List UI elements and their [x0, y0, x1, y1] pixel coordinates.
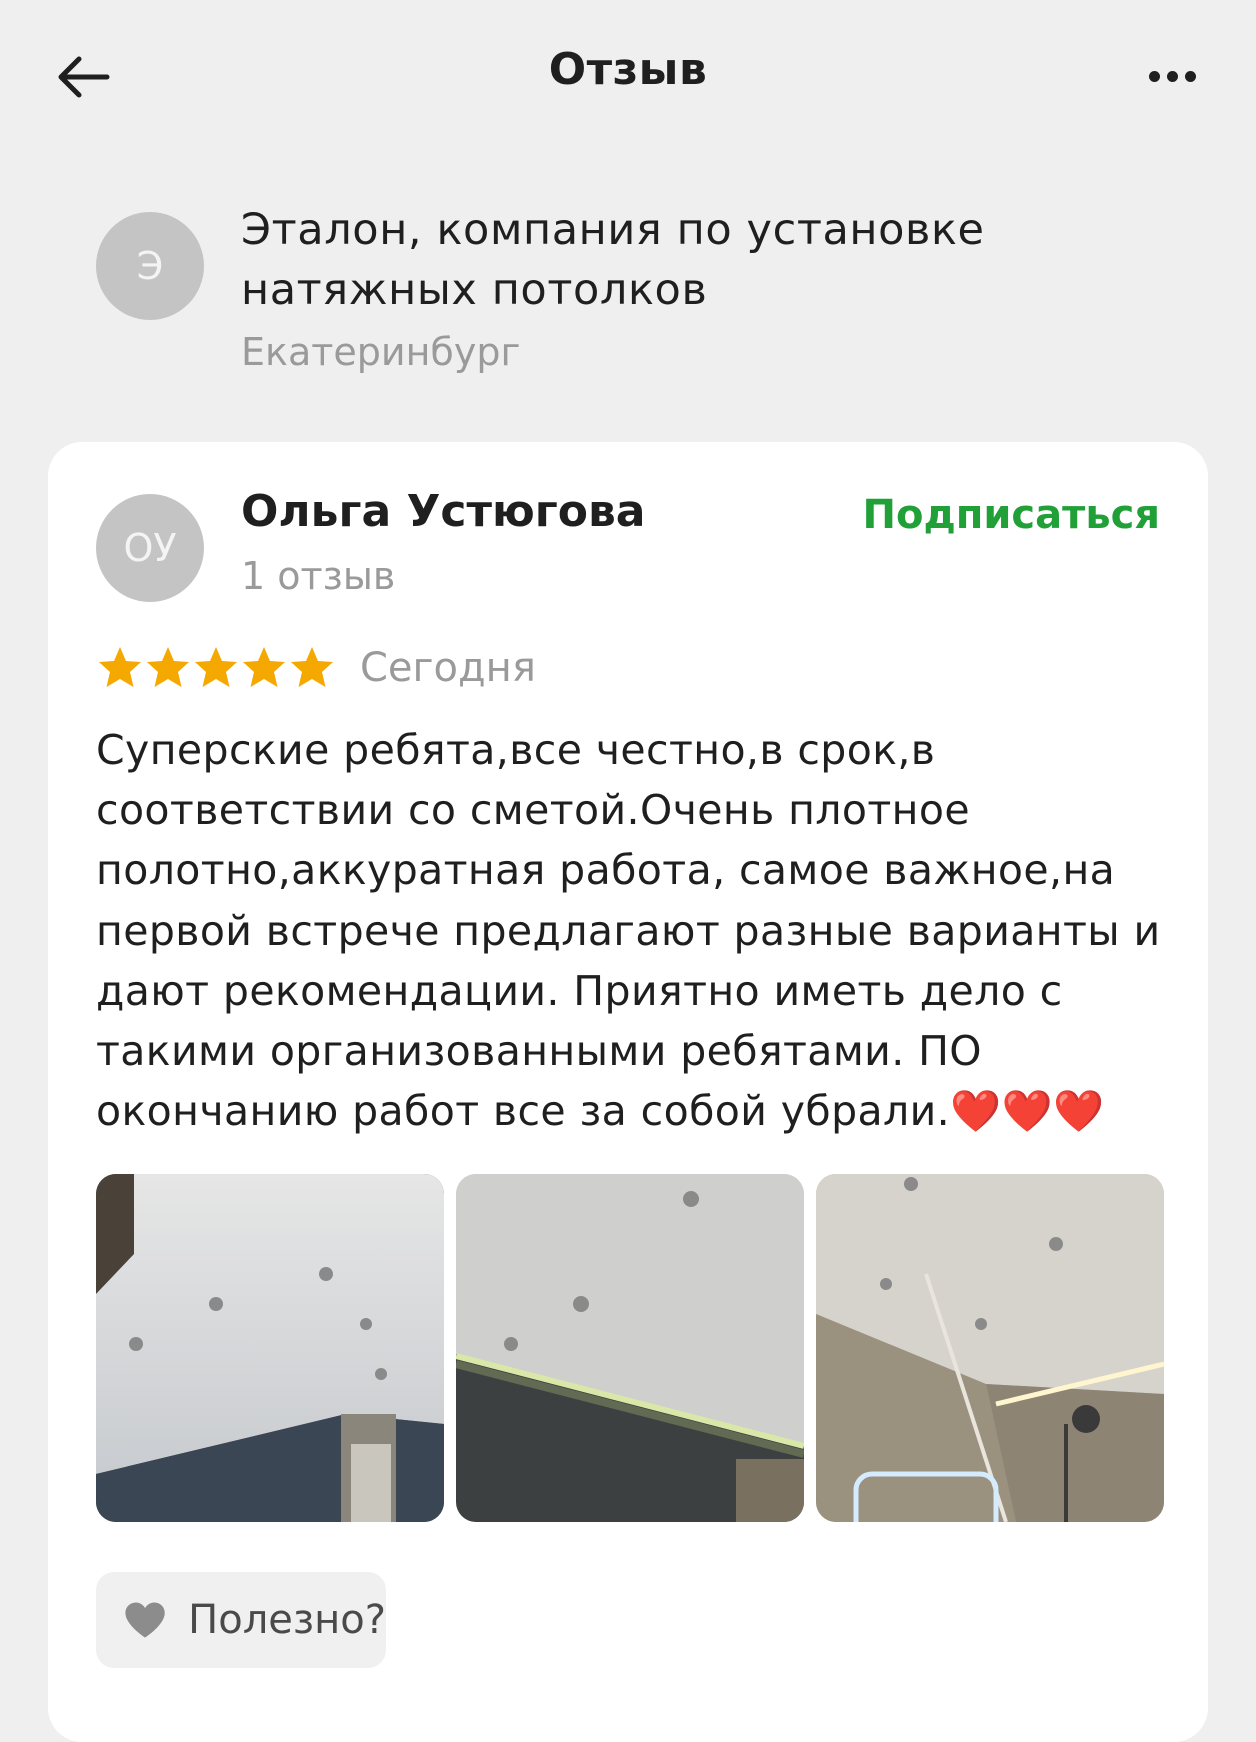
- organization-name: Эталон, компания по установке натяжных п…: [241, 205, 985, 315]
- star-icon: [195, 647, 237, 687]
- ceiling-photo-image: [816, 1174, 1164, 1522]
- ceiling-photo-image: [456, 1174, 804, 1522]
- review-date: Сегодня: [360, 645, 536, 691]
- useful-label: Полезно?: [188, 1597, 386, 1643]
- review-photos: [96, 1174, 1164, 1522]
- organization-city: Екатеринбург: [241, 330, 521, 374]
- review-photo[interactable]: [456, 1174, 804, 1522]
- organization-header[interactable]: Э Эталон, компания по установке натяжных…: [96, 200, 1196, 390]
- ceiling-photo-image: [96, 1174, 444, 1522]
- star-icon: [147, 647, 189, 687]
- review-card: ОУ Ольга Устюгова 1 отзыв Подписаться Се…: [48, 442, 1208, 1742]
- review-photo[interactable]: [96, 1174, 444, 1522]
- author-avatar[interactable]: ОУ: [96, 494, 204, 602]
- more-options-button[interactable]: [1140, 56, 1204, 96]
- star-icon: [291, 647, 333, 687]
- subscribe-button[interactable]: Подписаться: [863, 492, 1161, 538]
- star-rating: [96, 644, 336, 692]
- star-icon: [99, 647, 141, 687]
- organization-avatar: Э: [96, 212, 204, 320]
- author-name[interactable]: Ольга Устюгова: [241, 486, 646, 537]
- top-bar: Отзыв: [0, 0, 1256, 150]
- rating-row: Сегодня: [96, 640, 536, 696]
- review-text: Суперские ребята,все честно,в срок,в соо…: [96, 726, 1161, 1136]
- star-icon: [243, 647, 285, 687]
- more-horizontal-icon: [1148, 70, 1160, 82]
- heart-icon: [125, 1602, 165, 1638]
- author-reviews-count: 1 отзыв: [241, 554, 396, 598]
- review-photo[interactable]: [816, 1174, 1164, 1522]
- page-title: Отзыв: [548, 44, 708, 95]
- useful-button[interactable]: Полезно?: [96, 1572, 386, 1668]
